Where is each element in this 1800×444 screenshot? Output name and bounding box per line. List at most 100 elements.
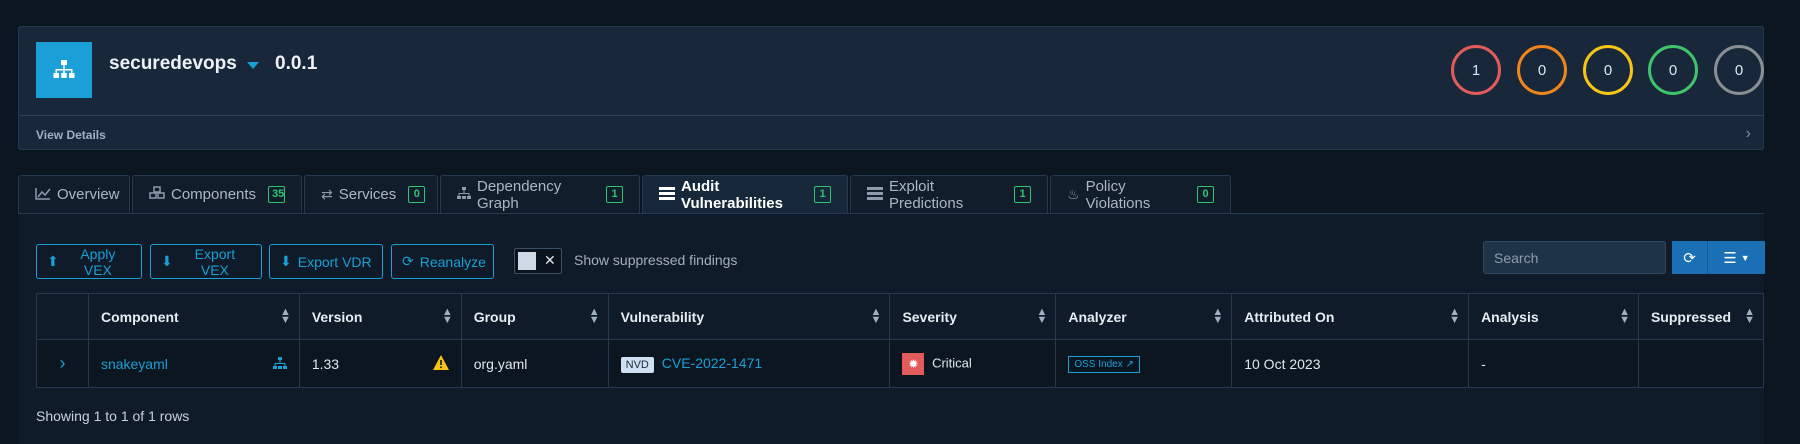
column-header[interactable]: Attributed On ▲ ▼ xyxy=(1231,293,1470,340)
header-label: Version xyxy=(311,308,363,325)
tab-overview[interactable]: Overview xyxy=(18,175,130,213)
analyzer-link[interactable]: OSS Index ↗ xyxy=(1068,356,1140,373)
button-label: Export VDR xyxy=(297,253,372,270)
search-input[interactable] xyxy=(1483,241,1666,274)
suppressed-cell xyxy=(1637,339,1765,388)
severity-circle-low: 0 xyxy=(1648,45,1698,95)
export-vex-button[interactable]: ⬇ Export VEX xyxy=(150,244,262,279)
exchange-icon: ⇄ xyxy=(321,186,333,202)
column-header[interactable]: Component ▲ ▼ xyxy=(87,293,300,340)
reanalyze-button[interactable]: ⟳ Reanalyze xyxy=(391,244,494,279)
refresh-button[interactable]: ⟳ xyxy=(1672,241,1708,274)
count-badge: 0 xyxy=(1197,186,1214,203)
analyzer-cell: OSS Index ↗ xyxy=(1055,339,1233,388)
tab-label: Policy Violations xyxy=(1085,177,1151,212)
vulnerability-cell: NVD CVE-2022-1471 xyxy=(607,339,891,388)
column-header[interactable]: Vulnerability ▲ ▼ xyxy=(607,293,891,340)
download-icon: ⬇ xyxy=(161,253,173,269)
count-badge: 1 xyxy=(814,186,831,203)
count-badge: 0 xyxy=(408,186,426,203)
severity-circle-unassigned: 0 xyxy=(1714,45,1764,95)
download-icon: ⬇ xyxy=(280,253,292,269)
tab-services[interactable]: ⇄ Services 0 xyxy=(304,175,438,213)
sort-icon: ▲ ▼ xyxy=(1036,306,1048,326)
warning-icon xyxy=(432,355,449,373)
severity-cell: ✹ Critical xyxy=(889,339,1057,388)
list-icon: ☰ xyxy=(1723,249,1737,267)
apply-vex-button[interactable]: ⬆ Apply VEX xyxy=(36,244,142,279)
header-label: Analysis xyxy=(1481,308,1539,325)
column-header[interactable]: Version ▲ ▼ xyxy=(298,293,462,340)
tab-components[interactable]: Components 35 xyxy=(132,175,302,213)
tab-dependency-graph[interactable]: Dependency Graph 1 xyxy=(440,175,640,213)
sitemap-icon xyxy=(36,42,92,98)
sort-icon: ▲ ▼ xyxy=(441,306,453,326)
vulnerability-link[interactable]: CVE-2022-1471 xyxy=(662,355,762,371)
group-cell: org.yaml xyxy=(460,339,609,388)
external-link-icon: ↗ xyxy=(1125,359,1134,370)
sort-icon: ▲ ▼ xyxy=(279,306,291,326)
pagination-info: Showing 1 to 1 of 1 rows xyxy=(36,408,190,424)
columns-button[interactable]: ☰ ▼ xyxy=(1708,241,1765,274)
chart-line-icon xyxy=(35,187,51,203)
project-header-top: securedevops 0.0.1 1 0 0 0 0 xyxy=(19,27,1764,115)
header-label: Group xyxy=(473,308,516,325)
tab-label: Exploit Predictions xyxy=(889,177,964,212)
chevron-right-icon[interactable]: › xyxy=(1746,125,1751,143)
list-icon xyxy=(867,186,883,203)
close-icon: ✕ xyxy=(544,252,556,268)
count-badge: 1 xyxy=(1014,186,1031,203)
expand-row-cell[interactable]: › xyxy=(36,339,89,388)
component-link[interactable]: snakeyaml xyxy=(101,356,168,372)
sort-icon: ▲ ▼ xyxy=(870,306,882,326)
sitemap-icon xyxy=(457,186,471,203)
button-label: Export VEX xyxy=(194,245,236,278)
caret-down-icon: ▼ xyxy=(1740,252,1750,263)
button-label: Reanalyze xyxy=(419,253,486,270)
analysis-cell: - xyxy=(1468,339,1639,388)
tab-audit-vulnerabilities[interactable]: Audit Vulnerabilities 1 xyxy=(642,175,848,213)
column-header[interactable]: Analyzer ▲ ▼ xyxy=(1055,293,1233,340)
sort-icon: ▲ ▼ xyxy=(1449,306,1461,326)
project-name[interactable]: securedevops xyxy=(109,53,237,75)
tab-label: Dependency Graph xyxy=(477,177,562,212)
table-toolbar-group: ⟳ ☰ ▼ xyxy=(1672,241,1765,274)
column-header[interactable]: Analysis ▲ ▼ xyxy=(1468,293,1639,340)
sort-icon: ▲ ▼ xyxy=(1212,306,1224,326)
analyzer-label: OSS Index xyxy=(1074,359,1123,370)
sort-icon: ▲ ▼ xyxy=(588,306,600,326)
refresh-icon: ⟳ xyxy=(402,253,414,269)
bug-icon: ✹ xyxy=(902,352,925,375)
show-suppressed-label: Show suppressed findings xyxy=(574,252,738,268)
severity-label: Critical xyxy=(932,354,972,370)
count-badge: 35 xyxy=(268,186,286,203)
header-label: Component xyxy=(100,308,179,325)
export-vdr-button[interactable]: ⬇ Export VDR xyxy=(269,244,383,279)
upload-icon: ⬆ xyxy=(47,253,59,269)
severity-circle-medium: 0 xyxy=(1583,45,1633,95)
project-version: 0.0.1 xyxy=(275,53,318,74)
column-header[interactable]: Severity ▲ ▼ xyxy=(889,293,1057,340)
cubes-icon xyxy=(149,186,165,203)
vulnerabilities-table: Component ▲ ▼ Version ▲ ▼ Group ▲ ▼ Vulnerabil… xyxy=(36,293,1765,388)
tab-policy-violations[interactable]: ♨ Policy Violations 0 xyxy=(1050,175,1231,213)
severity-circle-high: 0 xyxy=(1517,45,1567,95)
header-label: Analyzer xyxy=(1068,308,1127,325)
source-badge: NVD xyxy=(620,356,654,373)
show-suppressed-toggle[interactable]: ✕ xyxy=(514,248,562,274)
column-header[interactable]: Group ▲ ▼ xyxy=(460,293,609,340)
severity-circle-critical: 1 xyxy=(1451,45,1501,95)
fire-icon: ♨ xyxy=(1067,186,1080,202)
toggle-knob xyxy=(518,252,536,270)
sort-icon: ▲ ▼ xyxy=(1619,306,1630,326)
tab-label: Audit Vulnerabilities xyxy=(681,177,783,212)
view-details-link[interactable]: View Details xyxy=(36,128,106,142)
column-header[interactable]: Suppressed ▲ ▼ xyxy=(1637,293,1765,340)
chevron-right-icon[interactable]: › xyxy=(59,353,65,373)
project-header-card: securedevops 0.0.1 1 0 0 0 0 View Detail… xyxy=(18,26,1764,150)
caret-down-icon[interactable] xyxy=(247,62,259,69)
table-row[interactable]: › snakeyaml 1.33 org.yaml NVD CVE-2022-1… xyxy=(36,339,1765,388)
tab-exploit-predictions[interactable]: Exploit Predictions 1 xyxy=(850,175,1048,213)
sitemap-icon[interactable] xyxy=(272,357,287,373)
divider xyxy=(19,115,1763,116)
